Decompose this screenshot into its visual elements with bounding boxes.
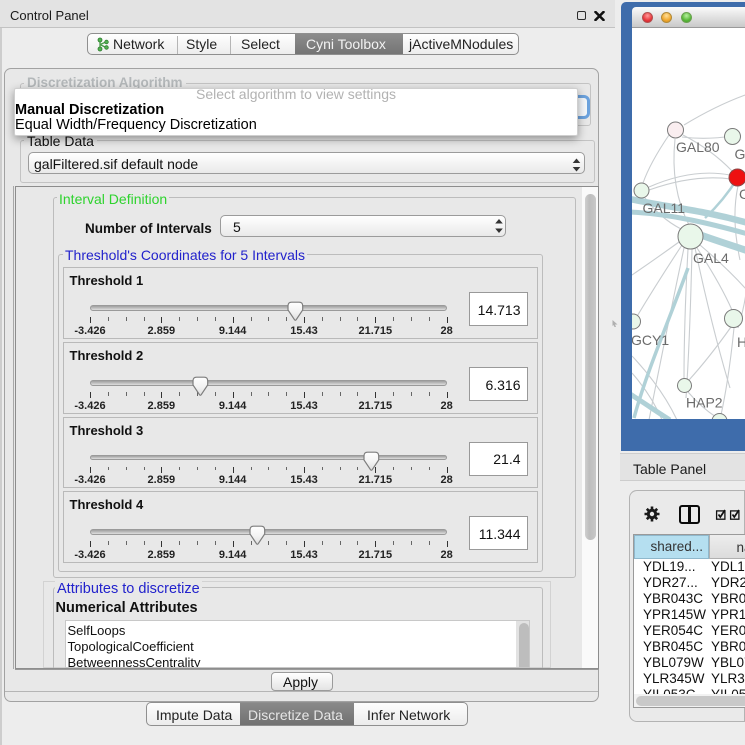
svg-text:GCY1: GCY1 [632,332,669,348]
svg-text:HAP2: HAP2 [686,394,723,410]
svg-text:GA: GA [734,146,745,162]
svg-text:GAL11: GAL11 [642,200,685,216]
svg-text:HA: HA [737,334,745,350]
svg-text:CB: CB [739,186,745,202]
svg-text:GAL80: GAL80 [676,139,720,155]
svg-text:GAL4: GAL4 [693,250,729,266]
